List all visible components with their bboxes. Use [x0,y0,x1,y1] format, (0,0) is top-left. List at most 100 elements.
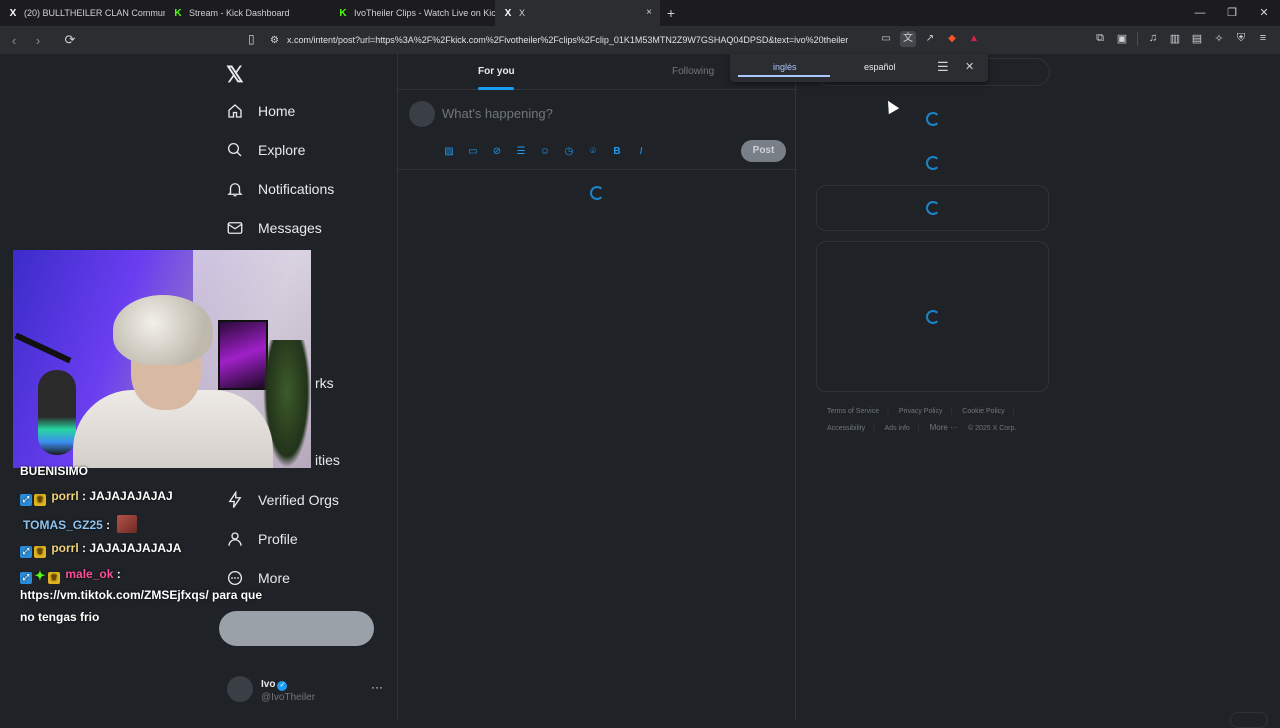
browser-tab-active[interactable]: X X × [495,0,660,26]
footer-link[interactable]: Ads info [885,425,910,432]
close-tab-icon[interactable]: × [646,7,652,18]
kick-favicon-icon: K [339,7,347,19]
nav-label: Profile [258,531,298,547]
close-window-button[interactable]: ✕ [1248,0,1280,26]
leo-icon[interactable]: ✧ [1212,32,1226,46]
bold-icon[interactable]: B [610,145,624,159]
screenshot-icon[interactable]: ▣ [1115,32,1129,46]
forward-icon[interactable]: › [28,33,48,48]
separator: | [873,425,875,432]
nav-home[interactable]: Home [226,102,295,120]
footer-link[interactable]: Privacy Policy [899,408,943,415]
media-icon[interactable]: ▨ [442,145,456,159]
lang-spanish-tab[interactable]: español [864,62,896,72]
nav-more[interactable]: More [226,569,290,587]
nav-verified-orgs[interactable]: Verified Orgs [226,491,339,509]
avatar [227,675,253,702]
extensions-icon[interactable]: ⧉ [1093,32,1107,46]
back-icon[interactable]: ‹ [4,33,24,48]
close-icon[interactable]: ✕ [965,60,974,73]
compose-input[interactable]: What's happening? [442,106,553,121]
post-button[interactable] [219,611,374,646]
browser-tab[interactable]: X (20) BULLTHEILER CLAN Community [0,0,165,26]
nav-profile[interactable]: Profile [226,530,298,548]
streamer-hair-shape [113,295,213,365]
location-icon[interactable]: ⌾ [586,145,600,159]
x-favicon-icon: X [9,7,17,19]
mail-icon [226,219,244,237]
chat-username: porrl [51,489,79,503]
x-favicon-icon: X [504,7,512,19]
url-actions: ▭ 文 ↗ ◆ ▲ [878,31,982,47]
x-logo-icon[interactable]: 𝕏 [226,62,244,88]
browser-tab[interactable]: K Stream - Kick Dashboard [165,0,330,26]
monitor-shape [218,320,268,390]
webcam-overlay [13,250,311,468]
separator: | [1012,408,1015,415]
new-tab-button[interactable]: + [660,5,682,21]
brave-rewards-icon[interactable]: ▲ [966,31,982,47]
grok-icon[interactable]: ⊘ [490,145,504,159]
copyright: © 2025 X Corp. [968,425,1017,432]
reload-icon[interactable]: ⟳ [60,32,80,48]
menu-icon[interactable]: ≡ [1256,32,1270,46]
bolt-icon [226,491,244,509]
sidebar-icon[interactable]: ▥ [1168,32,1182,46]
media-icon[interactable]: ♫ [1146,32,1160,46]
post-submit-button[interactable]: Post [741,140,786,162]
chat-username: porrl [51,541,79,555]
window-controls: — ❐ ✕ [1184,0,1280,26]
menu-icon[interactable]: ☰ [937,59,949,75]
footer-link[interactable]: More ··· [930,423,958,432]
cast-icon[interactable]: ▭ [878,31,894,47]
browser-tab[interactable]: K IvoTheiler Clips - Watch Live on Kick [330,0,495,26]
site-info-icon[interactable]: ⚙ [270,35,279,46]
brave-shields-icon[interactable]: ◆ [944,31,960,47]
footer-links: Terms of Service | Privacy Policy | Cookie… [827,404,1042,437]
chat-message: ⤢ ✦ ♛ male_ok : [20,567,121,584]
share-icon[interactable]: ↗ [922,31,938,47]
nav-notifications[interactable]: Notifications [226,180,334,198]
lang-english-tab[interactable]: inglés [773,62,797,72]
mic-arm-shape [14,332,72,364]
italic-icon[interactable]: I [634,145,648,159]
bell-icon [226,180,244,198]
footer-link[interactable]: Accessibility [827,425,865,432]
account-switcher[interactable]: Ivo ✓ @IvoTheiler [227,674,315,703]
wallet-icon[interactable]: ▤ [1190,32,1204,46]
chat-separator: : [102,518,114,532]
nav-explore[interactable]: Explore [226,141,305,159]
emoji-icon[interactable]: ☺ [538,145,552,159]
maximize-button[interactable]: ❐ [1216,0,1248,26]
vpn-icon[interactable]: ⛨ [1234,32,1248,46]
messages-drawer[interactable] [1230,712,1268,728]
translate-icon[interactable]: 文 [900,31,916,47]
footer-link[interactable]: Cookie Policy [962,408,1004,415]
tab-following[interactable]: Following [672,66,714,77]
chat-message: TOMAS_GZ25 : [23,515,138,533]
avatar [409,101,435,127]
user-handle: @IvoTheiler [261,692,316,703]
tab-indicator [738,75,830,77]
loading-spinner [926,112,940,126]
kick-favicon-icon: K [174,7,182,19]
footer-link[interactable]: Terms of Service [827,408,879,415]
minimize-button[interactable]: — [1184,0,1216,26]
composer: What's happening? ▨ ▭ ⊘ ☰ ☺ ◷ ⌾ B I Post [398,90,797,170]
nav-messages[interactable]: Messages [226,219,322,237]
gif-icon[interactable]: ▭ [466,145,480,159]
poll-icon[interactable]: ☰ [514,145,528,159]
separator: | [887,408,889,415]
more-icon[interactable]: ··· [371,680,383,694]
timeline-column: For you Following What's happening? ▨ ▭ … [397,54,797,720]
url-text: x.com/intent/post?url=https%3A%2F%2Fkick… [286,35,849,45]
tab-for-you[interactable]: For you [478,66,515,77]
loading-spinner [590,186,604,200]
chat-text-link[interactable]: https://vm.tiktok.com/ZMSEjfxqs/ para qu… [20,588,262,602]
chat-separator: : [78,489,90,503]
separator: | [917,425,920,432]
bookmark-icon[interactable]: ▯ [248,32,255,46]
tab-title: (20) BULLTHEILER CLAN Community [24,8,165,18]
home-icon [226,102,244,120]
schedule-icon[interactable]: ◷ [562,145,576,159]
